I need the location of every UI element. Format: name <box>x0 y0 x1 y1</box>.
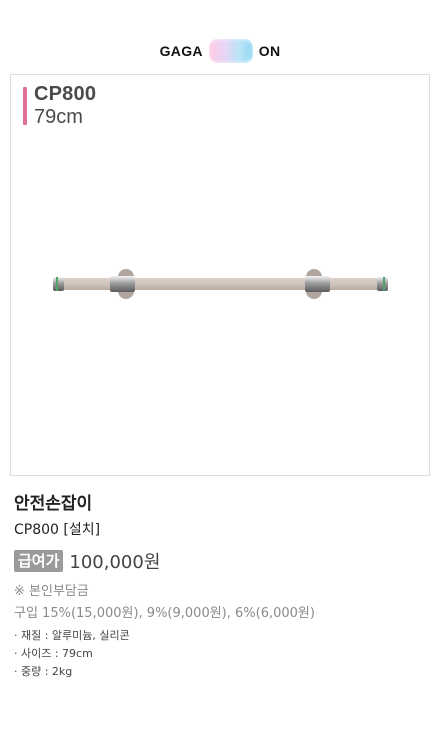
copay-rates: 구입 15%(15,000원), 9%(9,000원), 6%(6,000원) <box>14 606 315 621</box>
copay-note: ※ 본인부담금 <box>14 584 89 599</box>
product-image: CP800 79cm <box>10 74 430 476</box>
right-chrome-collar <box>305 276 330 292</box>
spec-list: · 재질 : 알루미늄, 실리콘 · 사이즈 : 79cm · 중량 : 2kg <box>14 627 130 681</box>
brand-logo: GAGA ON <box>0 38 440 64</box>
right-end-cap <box>377 277 388 291</box>
brand-logo-mark <box>208 39 253 63</box>
spec-size: · 사이즈 : 79cm <box>14 647 93 660</box>
product-variant: CP800 [설치] <box>14 522 101 538</box>
product-name: 안전손잡이 <box>14 494 93 514</box>
price-row: 급여가 100,000원 <box>14 548 160 574</box>
left-end-cap <box>53 277 64 291</box>
brand-logo-left: GAGA <box>159 43 203 59</box>
brand-logo-right: ON <box>258 43 281 59</box>
product-price: 100,000원 <box>69 552 161 573</box>
spec-weight: · 중량 : 2kg <box>14 665 73 678</box>
rail-bar <box>59 278 385 290</box>
spec-material: · 재질 : 알루미늄, 실리콘 <box>14 629 130 642</box>
benefit-price-badge: 급여가 <box>14 550 64 572</box>
left-chrome-collar <box>110 276 135 292</box>
grab-bar-illustration <box>53 269 388 299</box>
